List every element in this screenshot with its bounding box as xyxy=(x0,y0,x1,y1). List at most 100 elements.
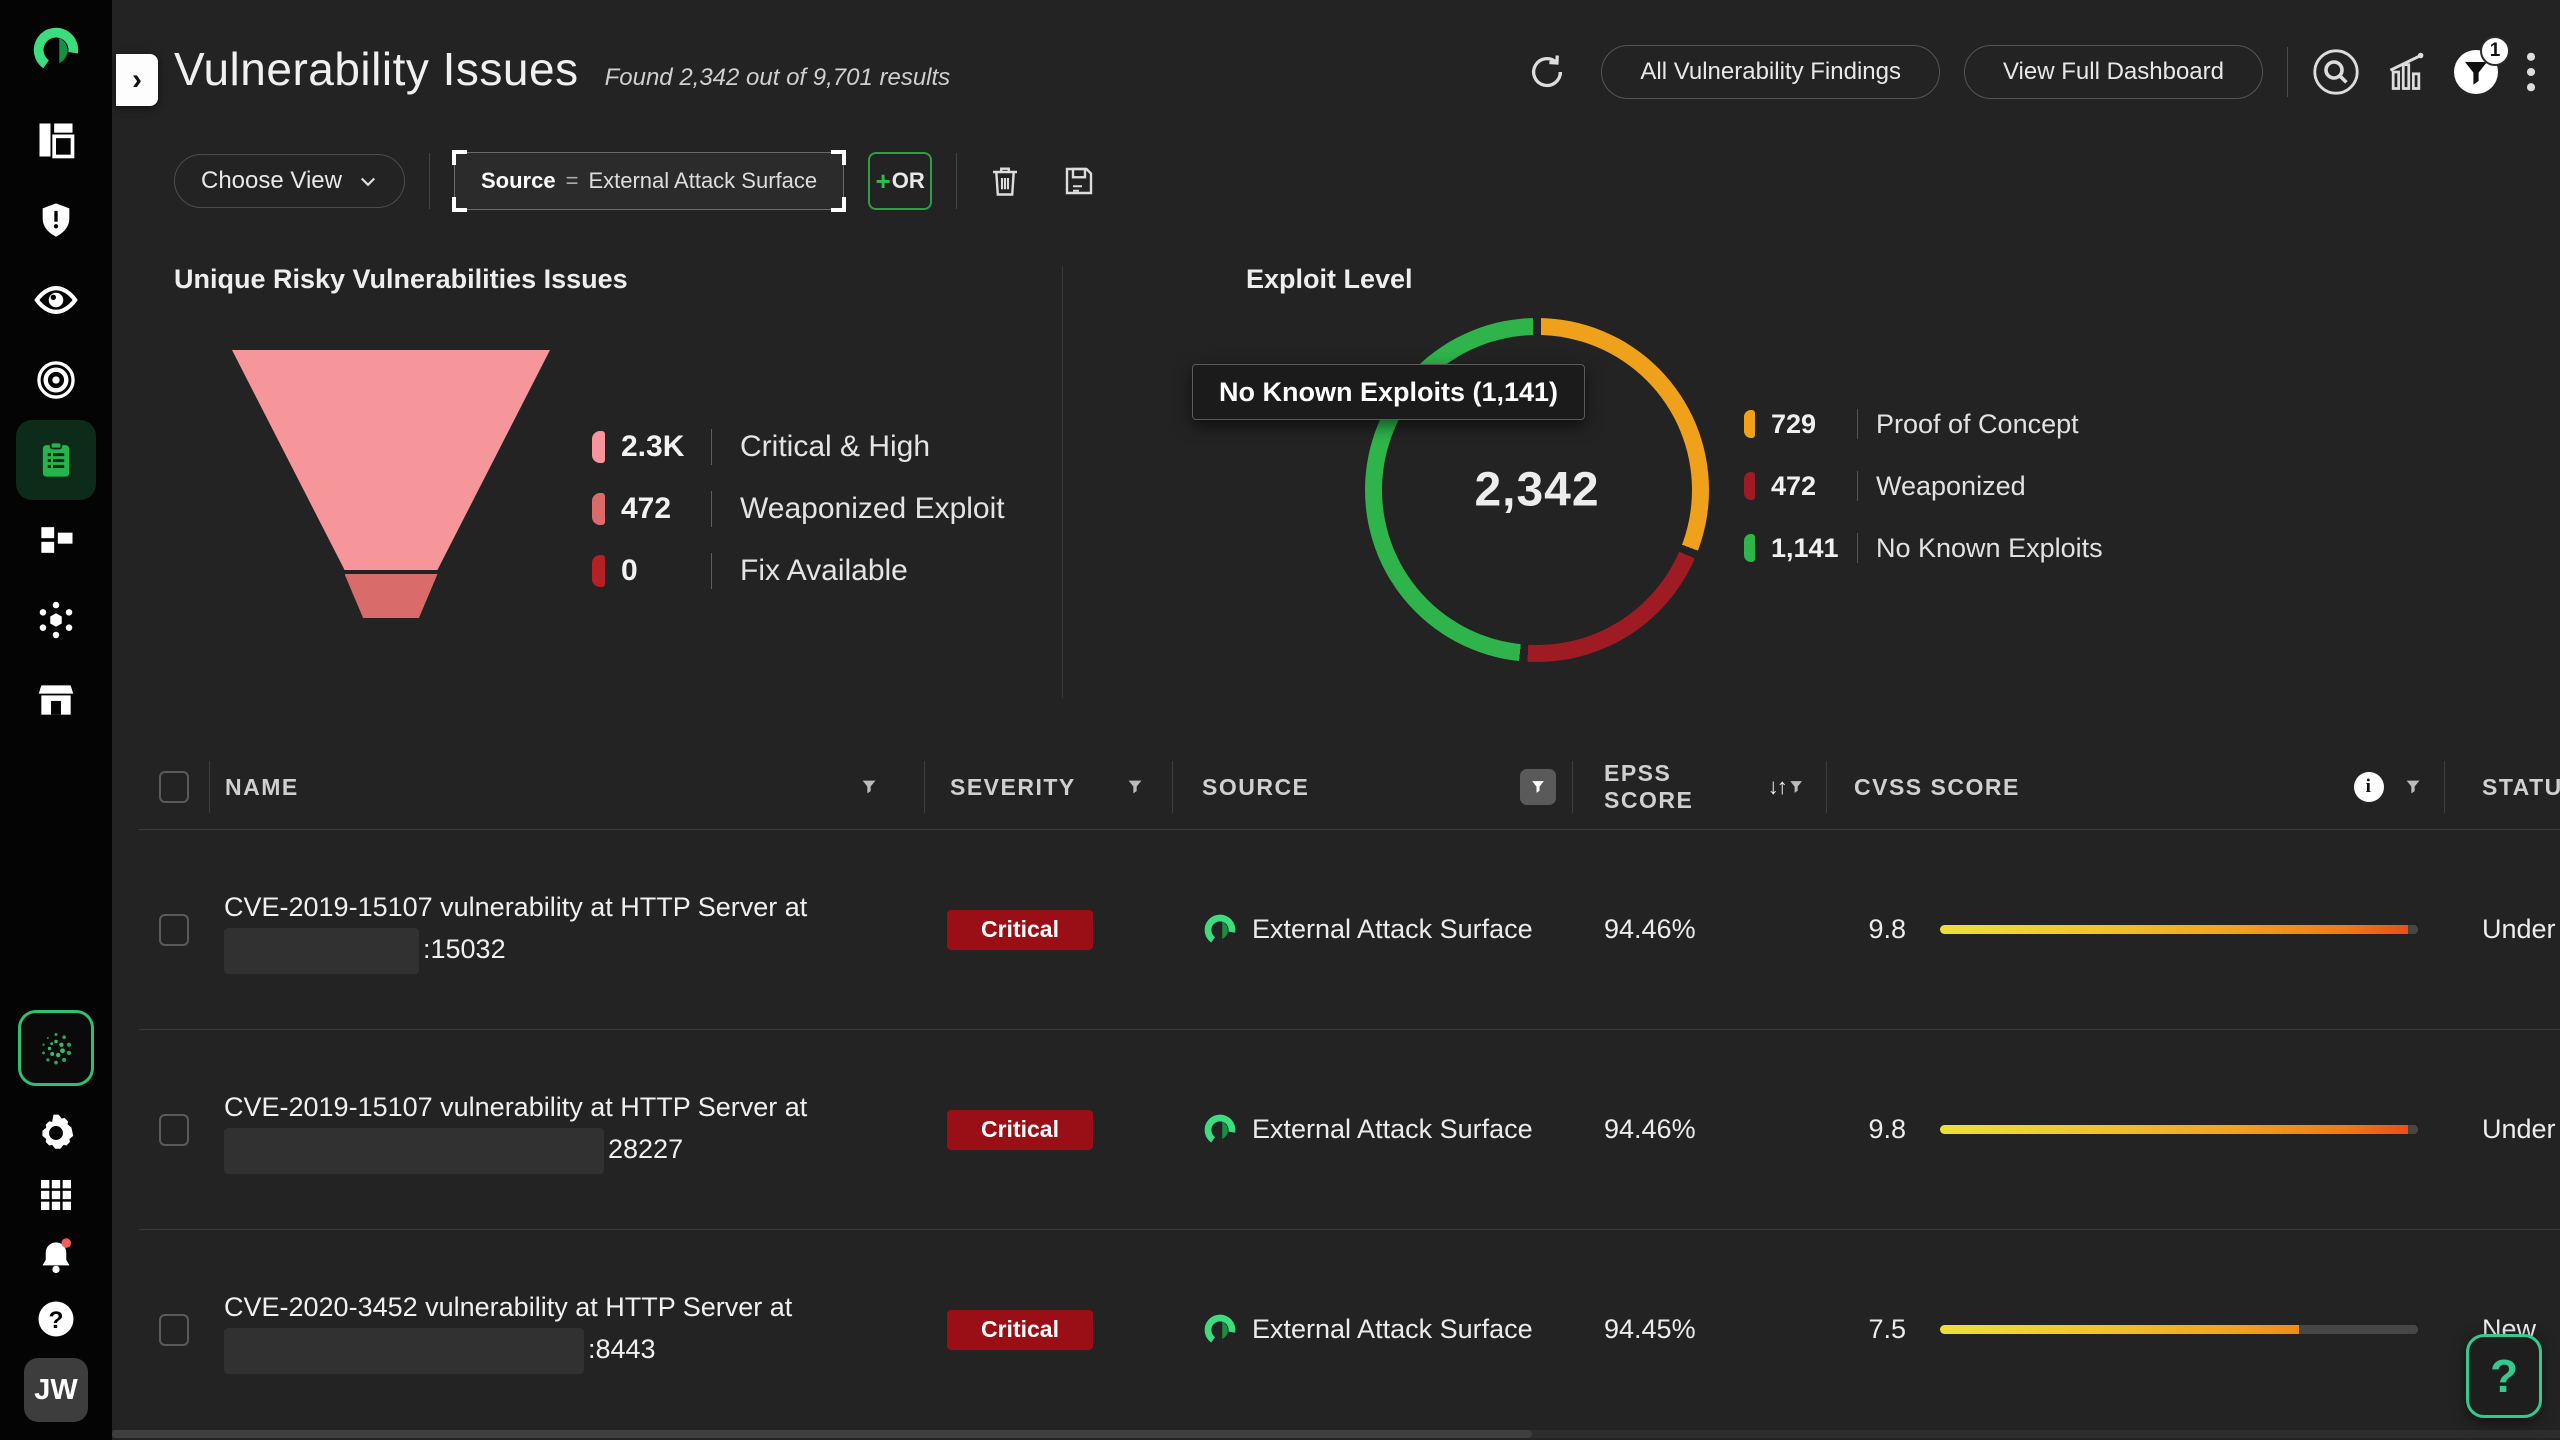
ai-assistant-icon xyxy=(30,1022,82,1074)
sidebar-item-automation[interactable] xyxy=(16,580,96,660)
source-label: External Attack Surface xyxy=(1252,1314,1533,1345)
charts-section: Unique Risky Vulnerabilities Issues 2.3K… xyxy=(112,250,2560,745)
sidebar-item-targets[interactable] xyxy=(16,340,96,420)
source-label: External Attack Surface xyxy=(1252,914,1533,945)
issue-name[interactable]: CVE-2019-15107 vulnerability at HTTP Ser… xyxy=(209,830,924,1029)
info-icon[interactable]: i xyxy=(2354,772,2384,802)
view-full-dashboard-button[interactable]: View Full Dashboard xyxy=(1964,45,2263,99)
sidebar-item-risks[interactable] xyxy=(16,180,96,260)
cvss-bar xyxy=(1940,1325,2418,1334)
column-filter-icon[interactable] xyxy=(2402,776,2424,798)
funnel-step-weaponized[interactable] xyxy=(345,574,438,618)
legend-swatch xyxy=(592,431,605,463)
issue-name[interactable]: CVE-2019-15107 vulnerability at HTTP Ser… xyxy=(209,1030,924,1229)
severity-badge: Critical xyxy=(947,910,1093,950)
cvss-cell: 9.8 xyxy=(1826,1030,2444,1229)
chip-field: Source xyxy=(481,168,556,194)
sidebar-item-visibility[interactable] xyxy=(16,260,96,340)
sort-icon[interactable]: ↓↑ xyxy=(1768,774,1786,800)
settings-button[interactable] xyxy=(25,1102,87,1164)
filter-bar: Choose View Source = External Attack Sur… xyxy=(174,150,1103,212)
legend-item: 1,141 No Known Exploits xyxy=(1744,532,2103,564)
ai-assistant-button[interactable] xyxy=(18,1010,94,1086)
sidebar-item-marketplace[interactable] xyxy=(16,660,96,740)
add-or-filter-button[interactable]: + OR xyxy=(868,152,932,210)
horizontal-scrollbar[interactable] xyxy=(112,1430,2560,1438)
table-row[interactable]: CVE-2019-15107 vulnerability at HTTP Ser… xyxy=(139,830,2560,1030)
app-logo[interactable] xyxy=(30,0,82,100)
column-header-severity[interactable]: SEVERITY xyxy=(924,745,1172,829)
column-filter-icon[interactable] xyxy=(1124,776,1146,798)
help-floating-button[interactable]: ? xyxy=(2466,1334,2542,1418)
redacted-host xyxy=(224,1128,604,1174)
column-label: STATUS xyxy=(2482,774,2560,801)
issue-name-line1: CVE-2019-15107 vulnerability at HTTP Ser… xyxy=(224,886,807,928)
issue-port: :8443 xyxy=(588,1334,656,1364)
column-header-name[interactable]: NAME xyxy=(209,745,924,829)
redacted-host xyxy=(224,1328,584,1374)
help-glyph: ? xyxy=(49,1307,64,1334)
sidebar: ? JW xyxy=(0,0,112,1440)
all-vulnerability-findings-button[interactable]: All Vulnerability Findings xyxy=(1601,45,1940,99)
header-divider xyxy=(2287,47,2288,97)
user-avatar[interactable]: JW xyxy=(24,1358,88,1422)
refresh-icon xyxy=(1525,50,1569,94)
column-label: CVSS SCORE xyxy=(1854,774,2020,801)
column-filter-icon[interactable] xyxy=(858,776,880,798)
column-header-cvss[interactable]: CVSS SCORE i xyxy=(1826,745,2444,829)
column-header-epss[interactable]: EPSS SCORE ↓↑ xyxy=(1572,745,1826,829)
table-row[interactable]: CVE-2019-15107 vulnerability at HTTP Ser… xyxy=(139,1030,2560,1230)
issue-name-line2: 28227 xyxy=(224,1128,683,1174)
chip-corner xyxy=(831,150,846,165)
main-content: › Vulnerability Issues Found 2,342 out o… xyxy=(112,0,2560,1440)
legend-label: Proof of Concept xyxy=(1876,409,2079,440)
severity-badge: Critical xyxy=(947,1110,1093,1150)
filter-chip-source[interactable]: Source = External Attack Surface xyxy=(454,152,844,210)
settings-gear-icon xyxy=(34,1111,78,1155)
column-filter-icon[interactable] xyxy=(1786,776,1806,798)
column-filter-active-icon[interactable] xyxy=(1520,769,1556,805)
funnel-legend: 2.3K Critical & High 472 Weaponized Expl… xyxy=(592,426,1005,592)
kebab-menu-button[interactable] xyxy=(2524,50,2538,94)
column-header-source[interactable]: SOURCE xyxy=(1172,745,1572,829)
sidebar-item-assets[interactable] xyxy=(16,500,96,580)
issue-name[interactable]: CVE-2020-3452 vulnerability at HTTP Serv… xyxy=(209,1230,924,1428)
legend-label: Weaponized xyxy=(1876,471,2026,502)
notifications-button[interactable] xyxy=(25,1226,87,1288)
analytics-button[interactable] xyxy=(2384,50,2428,94)
row-checkbox[interactable] xyxy=(159,1114,189,1146)
results-summary: Found 2,342 out of 9,701 results xyxy=(605,64,951,92)
apps-grid-button[interactable] xyxy=(25,1164,87,1226)
page-title: Vulnerability Issues xyxy=(174,42,579,96)
funnel-step-critical-high[interactable] xyxy=(232,350,550,570)
column-header-status[interactable]: STATUS xyxy=(2444,745,2560,829)
expand-panel-button[interactable]: › xyxy=(116,54,158,106)
cvss-cell: 7.5 xyxy=(1826,1230,2444,1428)
row-checkbox[interactable] xyxy=(159,914,189,946)
sidebar-item-dashboard[interactable] xyxy=(16,100,96,180)
select-all-checkbox[interactable] xyxy=(159,771,189,803)
save-view-button[interactable] xyxy=(1055,157,1103,205)
sidebar-help-button[interactable]: ? xyxy=(25,1288,87,1350)
table-row[interactable]: CVE-2020-3452 vulnerability at HTTP Serv… xyxy=(139,1230,2560,1428)
refresh-button[interactable] xyxy=(1525,50,1569,94)
legend-item: 0 Fix Available xyxy=(592,550,1005,592)
delete-filters-button[interactable] xyxy=(981,157,1029,205)
trash-icon xyxy=(987,163,1023,199)
cvss-bar xyxy=(1940,1125,2418,1134)
column-label: SOURCE xyxy=(1202,774,1309,801)
target-icon xyxy=(34,358,78,402)
redacted-host xyxy=(224,928,419,974)
row-checkbox[interactable] xyxy=(159,1314,189,1346)
source-label: External Attack Surface xyxy=(1252,1114,1533,1145)
search-button[interactable] xyxy=(2312,48,2360,96)
filter-button[interactable]: 1 xyxy=(2452,48,2500,96)
save-icon xyxy=(1061,163,1097,199)
cvss-value: 9.8 xyxy=(1854,914,1906,945)
scrollbar-thumb[interactable] xyxy=(112,1430,1532,1438)
legend-value: 1,141 xyxy=(1771,533,1857,564)
choose-view-dropdown[interactable]: Choose View xyxy=(174,154,405,208)
notification-dot xyxy=(62,1238,72,1248)
filter-count-badge: 1 xyxy=(2480,36,2510,66)
sidebar-item-issues[interactable] xyxy=(16,420,96,500)
